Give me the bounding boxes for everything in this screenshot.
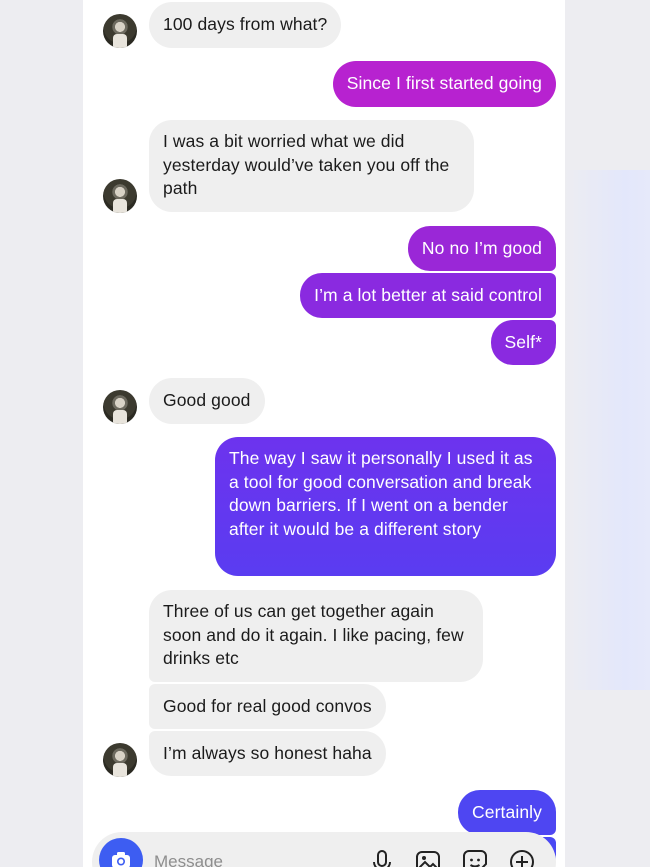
- message-outgoing[interactable]: Certainly: [458, 790, 556, 835]
- background-glow: [564, 170, 650, 690]
- message-input[interactable]: Message: [154, 852, 223, 867]
- message-outgoing[interactable]: No no I’m good: [407, 226, 556, 271]
- gallery-icon[interactable]: [414, 848, 442, 867]
- sticker-icon[interactable]: [461, 848, 489, 867]
- message-composer[interactable]: Message: [92, 832, 556, 867]
- message-incoming[interactable]: Good good: [149, 378, 265, 424]
- message-incoming[interactable]: 100 days from what?: [149, 2, 342, 48]
- message-outgoing[interactable]: I’m a lot better at said control: [300, 273, 556, 318]
- microphone-icon[interactable]: [368, 848, 396, 867]
- message-incoming[interactable]: Three of us can get together again soon …: [149, 590, 483, 682]
- message-outgoing[interactable]: The way I saw it personally I used it as…: [215, 437, 556, 576]
- plus-icon[interactable]: [508, 848, 536, 867]
- chat-thread[interactable]: 100 days from what? Since I first starte…: [83, 0, 565, 867]
- message-incoming[interactable]: I’m always so honest haha: [149, 731, 386, 776]
- camera-button[interactable]: [99, 838, 143, 867]
- contact-avatar[interactable]: [103, 14, 137, 48]
- message-outgoing[interactable]: Self*: [490, 320, 556, 365]
- contact-avatar[interactable]: [103, 179, 137, 213]
- message-incoming[interactable]: I was a bit worried what we did yesterda…: [149, 120, 474, 212]
- message-outgoing[interactable]: Since I first started going: [332, 61, 556, 107]
- contact-avatar[interactable]: [103, 390, 137, 424]
- message-incoming[interactable]: Good for real good convos: [149, 684, 386, 729]
- contact-avatar[interactable]: [103, 743, 137, 777]
- camera-icon: [112, 852, 130, 867]
